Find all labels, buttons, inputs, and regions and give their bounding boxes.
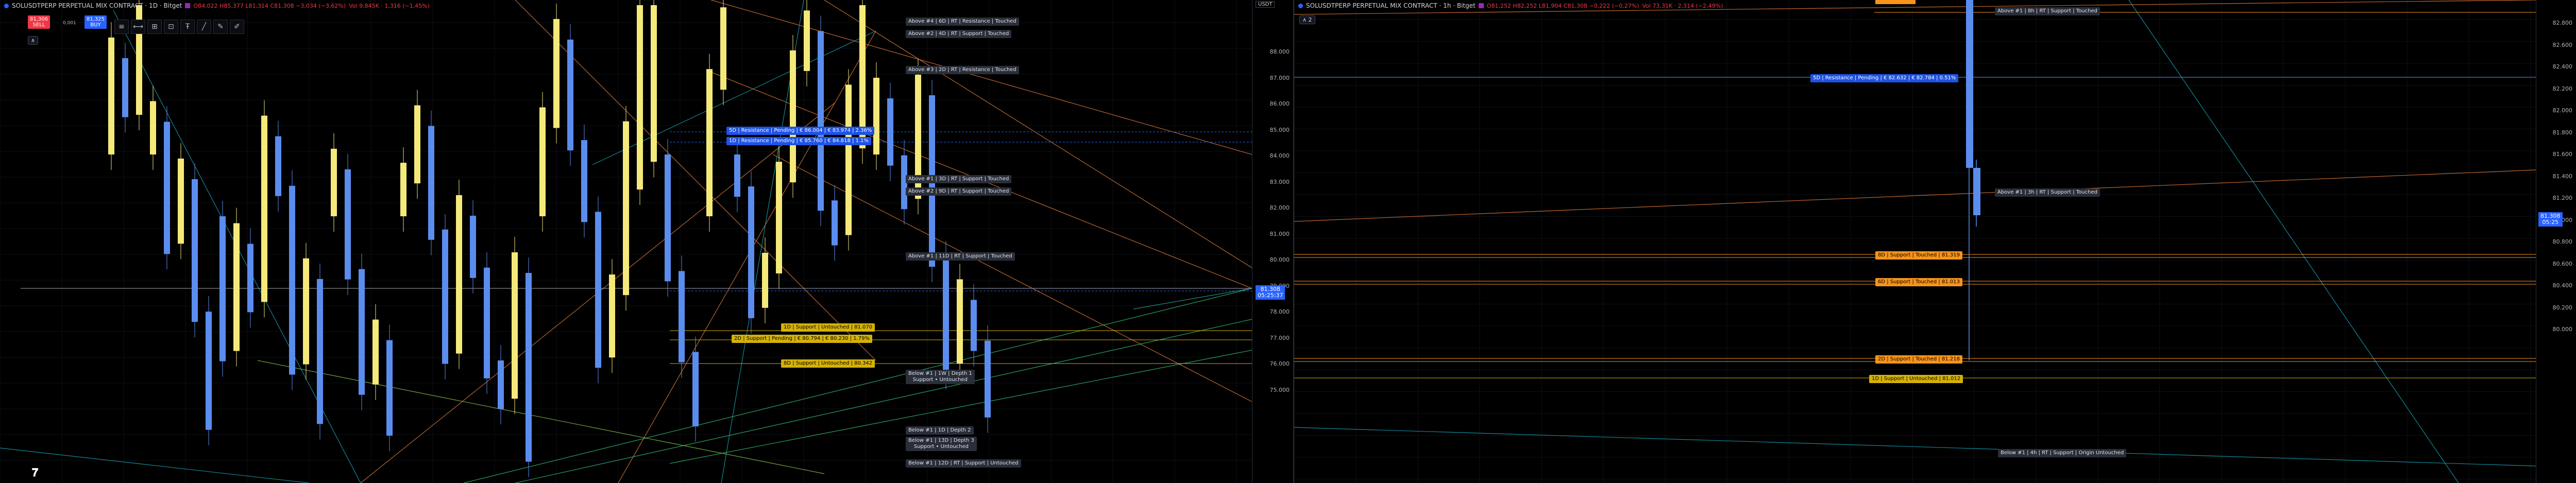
left-level-label[interactable]: Above #2 | 4D | RT | Support | Touched [906,30,1012,38]
right-price-tick: 82.600 [2552,41,2573,48]
right-countdown: 05:25 [2542,219,2559,226]
left-level-label[interactable]: Below #1 | 1W | Depth 1 Support • Untouc… [906,370,975,384]
left-price-tick: 83.000 [1269,178,1290,185]
symbol-logo-icon [4,3,9,8]
spread-value: 0,001 [63,21,76,26]
buy-price: 81,325 [87,16,105,22]
right-level-label[interactable]: Below #1 | 4h | RT | Support | Origin Un… [1998,449,2127,457]
tradingview-logo-icon[interactable]: 𝟕 [32,467,38,479]
left-level-label[interactable]: Above #1 | 11D | RT | Support | Touched [906,252,1015,261]
right-price-tick: 80.400 [2552,282,2573,289]
left-level-label[interactable]: Above #1 | 3D | RT | Support | Touched [906,175,1012,183]
left-price-tick: 77.000 [1269,334,1290,341]
brush-icon[interactable]: ✎ [213,20,228,34]
buy-label: BUY [90,22,101,28]
sell-button[interactable]: 81,306 SELL [28,15,50,29]
horizontal-ray-icon[interactable]: ⟷ [131,20,145,34]
symbol-logo-icon [1298,3,1303,8]
drawing-toolbar: ≡ ⟷ ⊞ ⊡ Ŧ ╱ ✎ ✐ [114,20,244,34]
fib-icon[interactable]: ≡ [114,20,129,34]
sell-label: SELL [32,22,45,28]
left-price-tick: 81.000 [1269,230,1290,237]
left-level-label[interactable]: 8D | Support | Untouched | 80.342 [781,359,875,368]
right-symbol-title[interactable]: SOLUSDTPERP PERPETUAL MIX CONTRACT · 1h … [1306,2,1476,9]
right-price-tick: 82.400 [2552,63,2573,70]
left-symbol-title[interactable]: SOLUSDTPERP PERPETUAL MIX CONTRACT · 1D … [12,2,182,9]
right-price-tick: 82.000 [2552,107,2573,114]
left-price-tick: 84.000 [1269,152,1290,159]
right-ohlc: O81,252 H82,252 L81,904 C81,308 −0,222 (… [1486,2,1639,9]
left-price-tick: 78.000 [1269,308,1290,315]
right-price-tick: 81.200 [2552,195,2573,201]
right-price-tick: 81.600 [2552,151,2573,158]
right-chart-canvas[interactable] [1294,0,2536,483]
right-chart-pane[interactable]: SOLUSDTPERP PERPETUAL MIX CONTRACT · 1h … [1294,0,2576,483]
right-last-price-marker: 81.308 05:25 [2538,212,2563,227]
right-price-tick: 80.000 [2552,326,2573,333]
left-volume: Vol 9,845K · 1,316 (−1,45%) [349,2,430,9]
left-level-label[interactable]: 1D | Support | Untouched | 81.070 [781,323,875,332]
left-level-label[interactable]: Below #1 | 12D | RT | Support | Untouche… [906,459,1021,468]
left-price-tick: 76.000 [1269,360,1290,367]
left-level-label[interactable]: Above #4 | 6D | RT | Resistance | Touche… [906,18,1019,26]
right-price-tick: 80.600 [2552,260,2573,267]
left-level-label[interactable]: 5D | Resistance | Pending | € 86.004 | €… [726,127,875,135]
exchange-icon [1478,3,1484,8]
left-price-tick: 75.000 [1269,386,1290,393]
left-level-label[interactable]: Above #2 | 9D | RT | Support | Touched [906,187,1012,196]
left-price-tick: 82.000 [1269,204,1290,211]
left-price-tick: 86.000 [1269,100,1290,107]
right-price-tick: 81.400 [2552,173,2573,180]
pencil-icon[interactable]: ✐ [230,20,244,34]
right-level-label[interactable]: 5D | Resistance | Pending | € 82.632 | €… [1810,74,1959,82]
left-level-label[interactable]: 1D | Resistance | Pending | € 85.760 | €… [726,137,872,145]
left-price-tick: 88.000 [1269,48,1290,55]
right-price-axis[interactable]: 82.800 82.600 82.400 82.200 82.000 81.800 81.6… [2536,0,2576,483]
long-position-icon[interactable]: ⊡ [164,20,178,34]
left-currency-select[interactable]: USDT [1256,1,1275,8]
left-ohlc: O84,022 H85,377 L81,314 C81,308 −3,034 (… [193,2,346,9]
left-level-label[interactable]: 2D | Support | Pending | € 80.794 | € 80… [732,335,873,343]
left-last-price-marker: 81.308 05:25:37 [1256,285,1285,300]
left-chart-header: SOLUSDTPERP PERPETUAL MIX CONTRACT · 1D … [4,2,430,9]
left-price-tick: 85.000 [1269,126,1290,133]
text-icon[interactable]: Ŧ [180,20,195,34]
left-chart-pane[interactable]: SOLUSDTPERP PERPETUAL MIX CONTRACT · 1D … [0,0,1293,483]
left-level-label[interactable]: Below #1 | 13D | Depth 3 Support • Untou… [906,437,977,451]
right-level-label[interactable]: Above #1 | 8h | RT | Support | Touched [1995,7,2100,15]
right-price-tick: 80.200 [2552,304,2573,311]
exchange-icon [185,3,191,8]
left-countdown: 05:25:37 [1258,292,1283,299]
right-level-label[interactable]: 2D | Support | Touched | 81.218 [1875,355,1962,364]
left-price-tick: 87.000 [1269,74,1290,81]
right-price-tick: 82.200 [2552,85,2573,92]
right-price-tick: 82.800 [2552,20,2573,26]
left-level-label[interactable]: Above #3 | 2D | RT | Resistance | Touche… [906,66,1019,74]
right-price-tick: 80.800 [2552,238,2573,245]
right-level-label[interactable]: 8D | Support | Touched | 81.319 [1875,251,1962,260]
right-chart-header: SOLUSDTPERP PERPETUAL MIX CONTRACT · 1h … [1298,2,1723,9]
right-collapse-legend-button[interactable]: ∧ 2 [1299,15,1315,24]
right-price-tick: 81.800 [2552,129,2573,136]
left-price-axis[interactable]: USDT 88.000 87.000 86.000 85.000 84.000 83.00… [1252,0,1293,483]
left-chart-canvas[interactable] [0,0,1252,483]
left-level-label[interactable]: Below #1 | 1D | Depth 2 [906,426,974,435]
left-price-tick: 80.000 [1269,256,1290,263]
buy-button[interactable]: 81,325 BUY [84,15,107,29]
trendline-icon[interactable]: ╱ [197,20,211,34]
collapse-legend-button[interactable]: ∧ [28,36,39,45]
right-level-label[interactable]: Above #1 | 3h | RT | Support | Touched [1995,188,2100,197]
right-level-label[interactable]: 6D | Support | Touched | 81.013 [1875,278,1962,286]
right-volume: Vol 73,31K · 2,314 (−2,49%) [1642,2,1723,9]
measure-icon[interactable]: ⊞ [147,20,162,34]
sell-price: 81,306 [30,16,48,22]
right-level-label[interactable]: 1D | Support | Untouched | 81.012 [1869,375,1963,383]
